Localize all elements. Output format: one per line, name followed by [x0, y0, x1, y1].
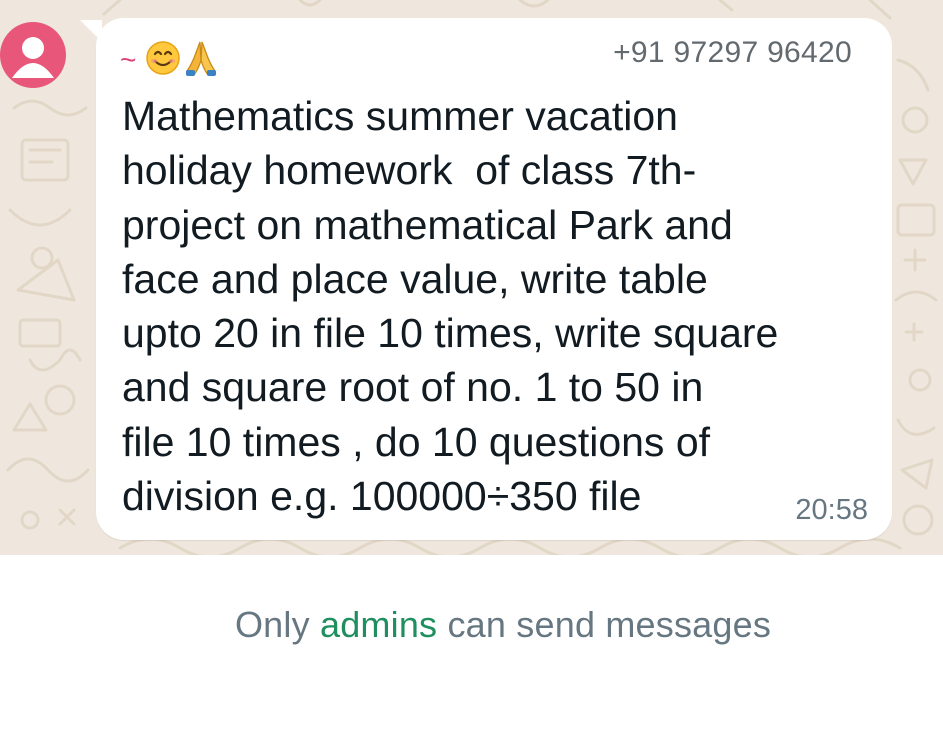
- avatar[interactable]: [0, 22, 66, 88]
- admins-only-notice: Only admins can send messages: [0, 604, 943, 646]
- sender-name[interactable]: ~: [120, 39, 218, 77]
- message-text: Mathematics summer vacation holiday home…: [122, 93, 779, 520]
- folded-hands-emoji-icon: [186, 41, 217, 76]
- message-timestamp: 20:58: [795, 494, 868, 526]
- admins-link[interactable]: admins: [320, 604, 437, 645]
- smiling-face-emoji-icon: [146, 41, 181, 75]
- message-bubble[interactable]: ~ +91 97297 96420 Mathematics summer vac…: [96, 18, 892, 540]
- chat-area[interactable]: ~ +91 97297 96420 Mathematics summer vac…: [0, 0, 943, 555]
- sender-phone[interactable]: +91 97297 96420: [613, 36, 852, 70]
- person-icon: [12, 37, 54, 78]
- sender-row[interactable]: ~: [120, 34, 218, 82]
- notice-prefix: Only: [234, 604, 310, 645]
- notice-suffix: can send messages: [447, 604, 772, 645]
- sender-name-prefix: ~: [120, 44, 137, 75]
